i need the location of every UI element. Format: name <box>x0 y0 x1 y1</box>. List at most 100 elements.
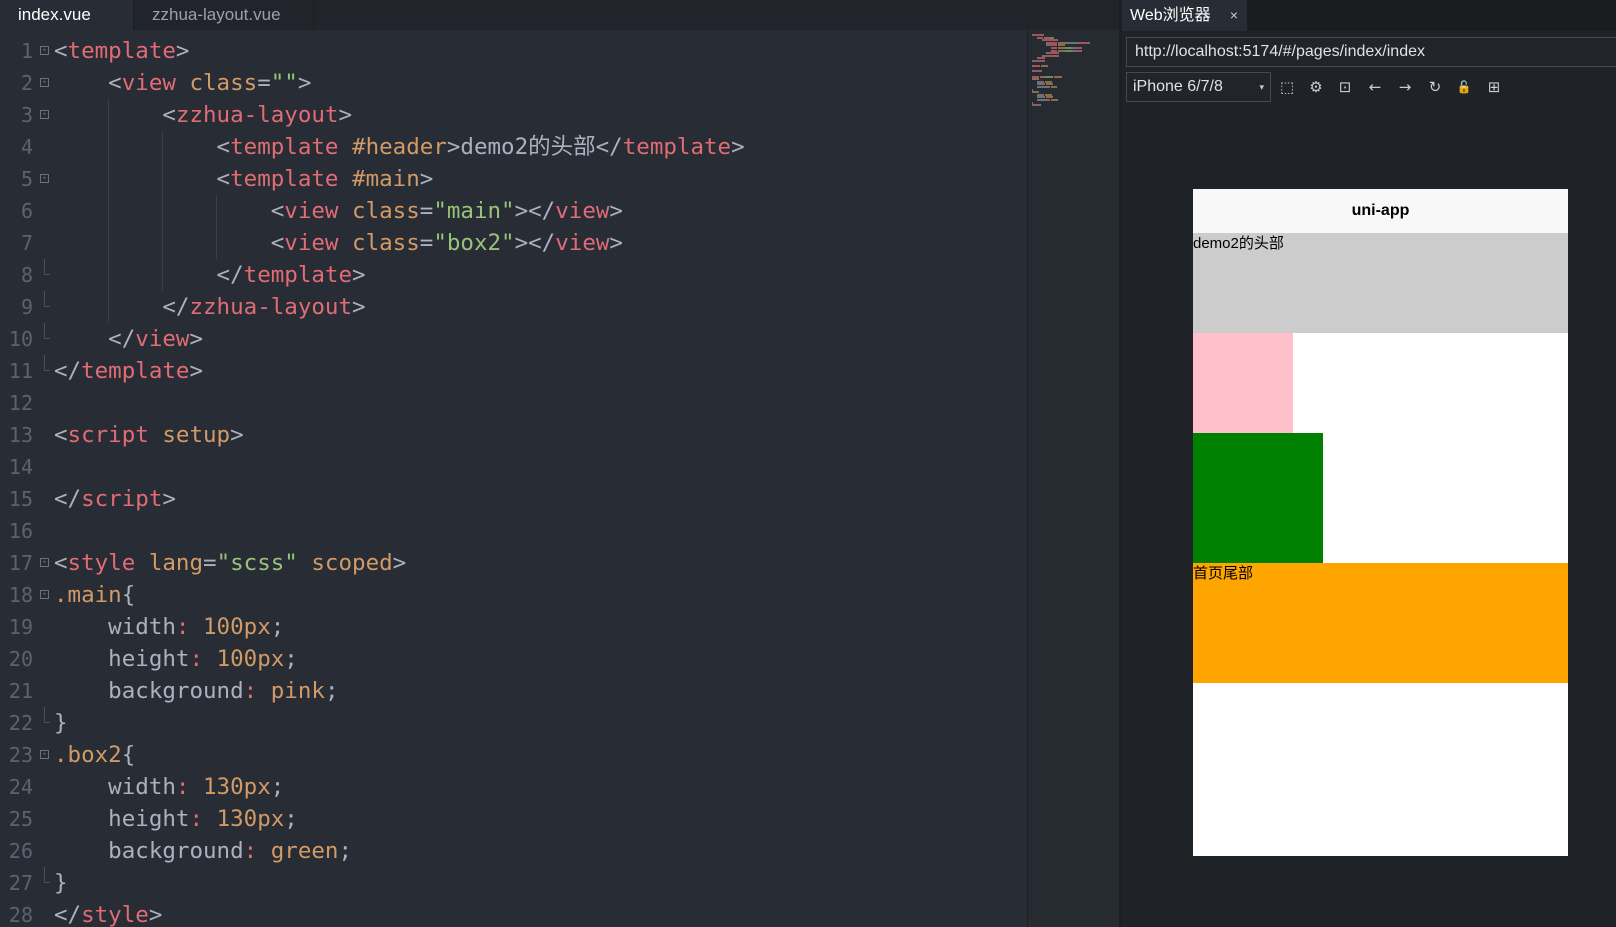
box2 <box>1193 433 1323 563</box>
fold-end-marker <box>44 707 50 723</box>
line-number: 1 <box>20 39 33 63</box>
line-number: 3 <box>20 103 33 127</box>
minimap[interactable] <box>1027 30 1119 927</box>
line-number: 19 <box>8 615 33 639</box>
settings-icon[interactable]: ⚙ <box>1305 76 1327 98</box>
minimap-token <box>1081 49 1082 52</box>
code-line[interactable]: 10 </view> <box>0 323 1027 355</box>
code-line[interactable]: 12 <box>0 387 1027 419</box>
code-line[interactable]: 16 <box>0 515 1027 547</box>
url-input[interactable]: http://localhost:5174/#/pages/index/inde… <box>1126 37 1616 67</box>
code-line-text: </zzhua-layout> <box>54 294 366 320</box>
fold-end-marker <box>44 323 50 339</box>
minimap-token <box>1034 70 1041 73</box>
code-line[interactable]: 22} <box>0 707 1027 739</box>
line-number: 9 <box>20 295 33 319</box>
fold-toggle-icon[interactable] <box>40 78 49 87</box>
page-navbar: uni-app <box>1193 189 1568 233</box>
code-line[interactable]: 21 background: pink; <box>0 675 1027 707</box>
minimap-token <box>1037 99 1049 101</box>
code-line[interactable]: 24 width: 130px; <box>0 771 1027 803</box>
line-number: 17 <box>8 551 33 575</box>
minimap-token <box>1041 70 1042 73</box>
fold-toggle-icon[interactable] <box>40 174 49 183</box>
minimap-token <box>1065 49 1072 52</box>
code-line[interactable]: 2 <view class=""> <box>0 67 1027 99</box>
code-line[interactable]: 13 <script setup> <box>0 419 1027 451</box>
code-editor[interactable]: index.vue zzhua-layout.vue 1 <template> 2 … <box>0 0 1119 927</box>
layout-header: demo2的头部 <box>1193 233 1568 333</box>
code-line-text: height: 100px; <box>54 646 298 672</box>
minimap-token <box>1037 86 1049 88</box>
code-line[interactable]: 18 .main{ <box>0 579 1027 611</box>
code-line[interactable]: 4 <template #header>demo2的头部</template> <box>0 131 1027 163</box>
line-number: 26 <box>8 839 33 863</box>
code-line[interactable]: 3 <zzhua-layout> <box>0 99 1027 131</box>
minimap-token <box>1054 75 1061 78</box>
forward-arrow-icon[interactable]: → <box>1394 76 1416 98</box>
code-line[interactable]: 25 height: 130px; <box>0 803 1027 835</box>
code-line[interactable]: 19 width: 100px; <box>0 611 1027 643</box>
close-icon[interactable]: × <box>1230 0 1238 31</box>
reload-icon[interactable]: ↻ <box>1424 76 1446 98</box>
code-line-text: </style> <box>54 902 163 927</box>
code-line[interactable]: 8 </template> <box>0 259 1027 291</box>
tab-index-vue[interactable]: index.vue <box>0 0 134 30</box>
code-line[interactable]: 9 </zzhua-layout> <box>0 291 1027 323</box>
tab-zzhua-layout-vue[interactable]: zzhua-layout.vue <box>134 0 314 30</box>
minimap-token <box>1056 86 1057 88</box>
minimap-token <box>1049 86 1050 88</box>
screenshot-icon[interactable]: ⬚ <box>1276 76 1298 98</box>
fold-end-marker <box>44 867 50 883</box>
minimap-token <box>1067 41 1077 44</box>
fold-toggle-icon[interactable] <box>40 558 49 567</box>
code-line[interactable]: 1 <template> <box>0 35 1027 67</box>
code-line[interactable]: 14 <box>0 451 1027 483</box>
line-number: 28 <box>8 903 33 927</box>
fold-toggle-icon[interactable] <box>40 590 49 599</box>
minimap-token <box>1040 104 1041 107</box>
layout-footer: 首页尾部 <box>1193 563 1568 683</box>
code-line[interactable]: 23 .box2{ <box>0 739 1027 771</box>
code-line-text: background: pink; <box>54 678 339 704</box>
footer-text: 首页尾部 <box>1193 565 1254 582</box>
minimap-token <box>1061 75 1062 78</box>
tab-web-browser[interactable]: Web浏览器 × <box>1122 0 1247 31</box>
device-select[interactable]: iPhone 6/7/8 ▾ <box>1126 72 1271 102</box>
line-number: 4 <box>20 135 33 159</box>
code-line-text: width: 130px; <box>54 774 285 800</box>
code-line[interactable]: 26 background: green; <box>0 835 1027 867</box>
lock-icon[interactable]: 🔓 <box>1453 76 1475 98</box>
minimap-token <box>1089 41 1090 44</box>
fold-toggle-icon[interactable] <box>40 750 49 759</box>
code-line[interactable]: 20 height: 100px; <box>0 643 1027 675</box>
code-area[interactable]: 1<template>2 <view class="">3 <zzhua-lay… <box>0 35 1027 927</box>
code-line-text: height: 130px; <box>54 806 298 832</box>
line-number: 8 <box>20 263 33 287</box>
qrcode-icon[interactable]: ⊞ <box>1483 76 1505 98</box>
fold-toggle-icon[interactable] <box>40 46 49 55</box>
console-icon[interactable]: ⊡ <box>1334 76 1356 98</box>
code-line[interactable]: 28 </style> <box>0 899 1027 927</box>
code-line[interactable]: 6 <view class="main"></view> <box>0 195 1027 227</box>
minimap-token <box>1044 54 1058 57</box>
header-text: demo2的头部 <box>1193 235 1284 252</box>
line-number: 25 <box>8 807 33 831</box>
device-select-value: iPhone 6/7/8 <box>1133 78 1223 95</box>
code-line-text: <view class="box2"></view> <box>54 230 623 256</box>
line-number: 27 <box>8 871 33 895</box>
back-arrow-icon[interactable]: ← <box>1364 76 1386 98</box>
code-line[interactable]: 15 </script> <box>0 483 1027 515</box>
code-line-text: } <box>54 870 68 896</box>
fold-toggle-icon[interactable] <box>40 110 49 119</box>
phone-simulator-viewport[interactable]: uni-app demo2的头部 首页尾部 <box>1193 189 1568 856</box>
code-line-text: } <box>54 710 68 736</box>
code-line-text: <zzhua-layout> <box>54 102 353 128</box>
code-line[interactable]: 11 </template> <box>0 355 1027 387</box>
code-line[interactable]: 17 <style lang="scss" scoped> <box>0 547 1027 579</box>
minimap-token <box>1057 99 1058 101</box>
code-line[interactable]: 5 <template #main> <box>0 163 1027 195</box>
line-number: 21 <box>8 679 33 703</box>
code-line[interactable]: 27} <box>0 867 1027 899</box>
code-line[interactable]: 7 <view class="box2"></view> <box>0 227 1027 259</box>
